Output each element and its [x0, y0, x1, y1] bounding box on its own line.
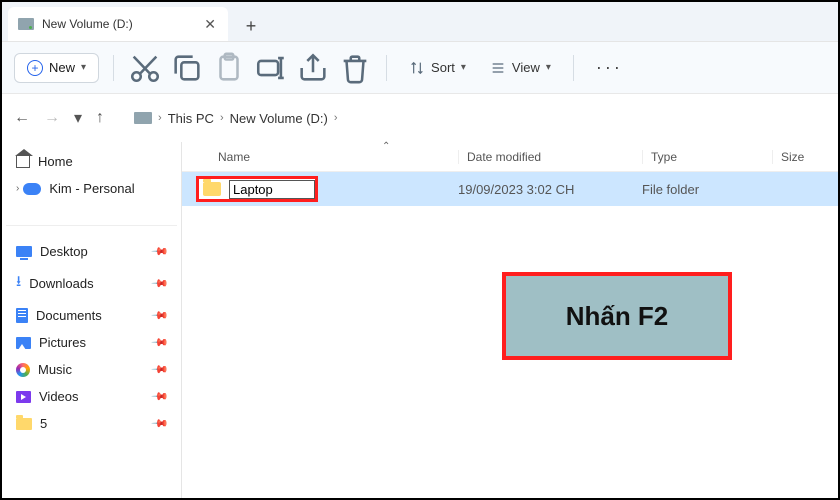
file-row[interactable]: 19/09/2023 3:02 CH File folder: [182, 172, 838, 206]
pin-icon: 📌: [151, 414, 170, 433]
nav-row: ← → ▾ ↑ › This PC › New Volume (D:) ›: [2, 94, 838, 142]
sidebar: Home › Kim - Personal Desktop 📌 ⭳ Downlo…: [2, 142, 182, 498]
delete-button[interactable]: [338, 51, 372, 85]
chevron-down-icon: ▾: [461, 62, 466, 73]
callout-text: Nhấn F2: [566, 301, 669, 332]
paste-button[interactable]: [212, 51, 246, 85]
new-tab-button[interactable]: +: [236, 11, 266, 41]
folder-icon: [16, 418, 32, 430]
music-icon: [16, 363, 30, 377]
sort-label: Sort: [431, 60, 455, 75]
pin-icon: 📌: [151, 360, 170, 379]
file-date: 19/09/2023 3:02 CH: [458, 182, 642, 197]
pin-icon: 📌: [151, 242, 170, 261]
sidebar-item-label: 5: [40, 416, 47, 431]
pin-icon: 📌: [151, 306, 170, 325]
drive-icon: [134, 112, 152, 124]
copy-button[interactable]: [170, 51, 204, 85]
more-button[interactable]: ···: [588, 57, 631, 78]
drive-icon: [18, 18, 34, 30]
video-icon: [16, 391, 31, 403]
breadcrumb[interactable]: › This PC › New Volume (D:) ›: [134, 111, 338, 126]
view-button[interactable]: View ▾: [482, 56, 559, 80]
sort-button[interactable]: Sort ▾: [401, 56, 474, 80]
sidebar-item-desktop[interactable]: Desktop 📌: [6, 238, 177, 265]
pin-icon: 📌: [151, 387, 170, 406]
cut-button[interactable]: [128, 51, 162, 85]
desktop-icon: [16, 246, 32, 257]
chevron-down-icon: ▾: [546, 62, 551, 73]
chevron-right-icon: ›: [16, 183, 19, 194]
sidebar-item-folder[interactable]: 5 📌: [6, 410, 177, 437]
file-type: File folder: [642, 182, 772, 197]
breadcrumb-segment[interactable]: This PC: [168, 111, 214, 126]
sidebar-item-label: Kim - Personal: [49, 181, 134, 196]
back-button[interactable]: ←: [14, 109, 30, 127]
plus-icon: +: [27, 60, 43, 76]
pin-icon: 📌: [151, 274, 170, 293]
separator: [386, 55, 387, 81]
tab-title: New Volume (D:): [42, 17, 133, 31]
chevron-right-icon: ›: [220, 112, 224, 124]
chevron-down-icon: ▾: [81, 62, 86, 73]
chevron-right-icon: ›: [334, 112, 338, 124]
rename-button[interactable]: [254, 51, 288, 85]
sidebar-item-label: Desktop: [40, 244, 88, 259]
forward-button[interactable]: →: [44, 109, 60, 127]
view-label: View: [512, 60, 540, 75]
separator: [573, 55, 574, 81]
sidebar-item-label: Pictures: [39, 335, 86, 350]
sidebar-item-documents[interactable]: Documents 📌: [6, 302, 177, 329]
column-type[interactable]: Type: [642, 150, 772, 164]
sidebar-item-label: Music: [38, 362, 72, 377]
history-dropdown[interactable]: ▾: [74, 108, 82, 128]
picture-icon: [16, 337, 31, 349]
sidebar-item-label: Home: [38, 154, 73, 169]
sidebar-item-label: Downloads: [29, 276, 93, 291]
pin-icon: 📌: [151, 333, 170, 352]
tab-active[interactable]: New Volume (D:) ✕: [8, 7, 228, 41]
folder-icon: [203, 182, 221, 196]
cloud-icon: [23, 183, 41, 195]
breadcrumb-segment[interactable]: New Volume (D:): [230, 111, 328, 126]
sidebar-item-label: Videos: [39, 389, 79, 404]
rename-highlight: [196, 176, 318, 202]
column-header: ⌃ Name Date modified Type Size: [182, 142, 838, 172]
download-icon: ⭳: [16, 271, 21, 296]
separator: [113, 55, 114, 81]
new-label: New: [49, 60, 75, 75]
sidebar-item-music[interactable]: Music 📌: [6, 356, 177, 383]
column-date[interactable]: Date modified: [458, 150, 642, 164]
home-icon: [16, 156, 30, 168]
nav-arrows: ← → ▾ ↑: [14, 108, 104, 128]
rename-input[interactable]: [229, 180, 315, 199]
toolbar: + New ▾ Sort ▾ View ▾ ···: [2, 42, 838, 94]
sidebar-item-onedrive[interactable]: › Kim - Personal: [6, 175, 177, 202]
sidebar-item-label: Documents: [36, 308, 102, 323]
new-button[interactable]: + New ▾: [14, 53, 99, 83]
annotation-callout: Nhấn F2: [502, 272, 732, 360]
column-name[interactable]: Name: [218, 150, 458, 164]
close-icon[interactable]: ✕: [204, 17, 216, 31]
sidebar-item-videos[interactable]: Videos 📌: [6, 383, 177, 410]
sidebar-item-home[interactable]: Home: [6, 148, 177, 175]
column-size[interactable]: Size: [772, 150, 838, 164]
sidebar-item-downloads[interactable]: ⭳ Downloads 📌: [6, 265, 177, 302]
sidebar-item-pictures[interactable]: Pictures 📌: [6, 329, 177, 356]
document-icon: [16, 308, 28, 323]
chevron-right-icon: ›: [158, 112, 162, 124]
tab-strip: New Volume (D:) ✕ +: [2, 2, 838, 42]
up-button[interactable]: ↑: [96, 109, 104, 127]
share-button[interactable]: [296, 51, 330, 85]
sort-indicator-icon: ⌃: [382, 141, 390, 152]
